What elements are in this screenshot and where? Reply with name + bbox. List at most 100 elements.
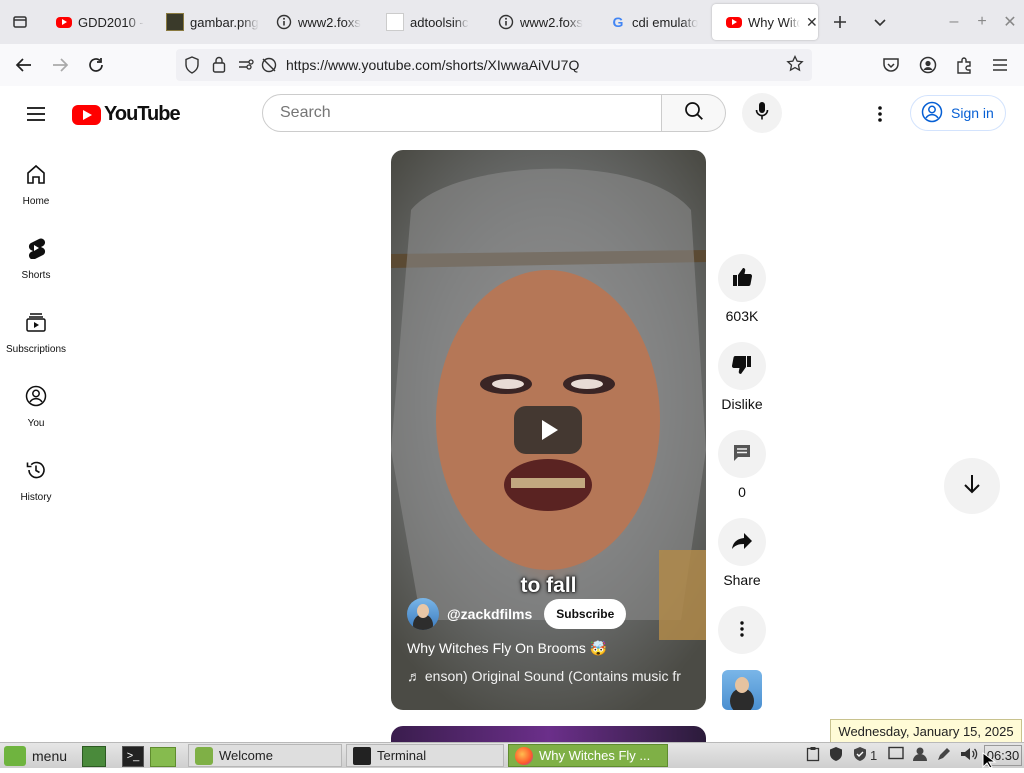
start-menu-button[interactable]: menu	[4, 745, 67, 767]
tab-label: www2.foxs	[520, 14, 583, 30]
task-label: Why Witches Fly ...	[539, 748, 651, 763]
sign-in-label: Sign in	[951, 105, 994, 121]
youtube-logo-icon	[72, 104, 101, 125]
guide-menu-icon[interactable]	[22, 100, 50, 128]
youtube-logo-text: YouTube	[104, 103, 181, 125]
pen-tray-icon[interactable]	[936, 746, 952, 762]
forward-icon[interactable]	[45, 50, 75, 80]
lock-icon[interactable]	[212, 56, 226, 79]
image-favicon-icon	[166, 13, 184, 31]
url-bar[interactable]: https://www.youtube.com/shorts/XIwwaAiVU…	[176, 49, 812, 81]
tracking-blocked-icon[interactable]	[260, 56, 278, 79]
browser-nav-bar: https://www.youtube.com/shorts/XIwwaAiVU…	[0, 44, 1024, 87]
sidebar-item-label: Subscriptions	[5, 344, 67, 355]
sound-channel-thumbnail[interactable]	[722, 670, 762, 710]
google-favicon-icon: G	[612, 14, 624, 30]
task-welcome[interactable]: Welcome	[188, 744, 342, 767]
maximize-icon[interactable]: +	[968, 8, 996, 36]
task-label: Terminal	[377, 748, 427, 763]
more-vertical-icon	[740, 620, 744, 640]
voice-search-button[interactable]	[742, 93, 782, 133]
menu-label: menu	[32, 748, 68, 764]
more-action[interactable]	[717, 606, 767, 654]
settings-more-icon[interactable]	[868, 100, 892, 128]
app-menu-icon[interactable]	[985, 50, 1015, 80]
browser-tab-active[interactable]: Why Witc ✕	[712, 4, 818, 40]
browser-tab[interactable]: gambar.png	[152, 4, 260, 40]
browser-tab[interactable]: GDD2010 -	[42, 4, 150, 40]
window-close-icon[interactable]: ✕	[996, 8, 1024, 36]
sidebar-item-label: Home	[22, 196, 50, 207]
date-tooltip: Wednesday, January 15, 2025	[830, 719, 1022, 743]
sign-in-button[interactable]: Sign in	[910, 95, 1006, 131]
browser-tab[interactable]: G cdi emulato	[596, 4, 708, 40]
tab-label: www2.foxs	[298, 14, 361, 30]
volume-icon[interactable]	[960, 746, 978, 762]
browser-tab[interactable]: www2.foxs	[484, 4, 592, 40]
tab-label: Why Witc	[748, 14, 800, 30]
close-tab-icon[interactable]: ✕	[806, 14, 818, 31]
clipboard-icon[interactable]	[806, 746, 820, 762]
microphone-icon	[755, 101, 769, 126]
sidebar-item-shorts[interactable]: Shorts	[0, 222, 72, 296]
blank-favicon-icon	[386, 13, 404, 31]
show-desktop-icon[interactable]	[82, 746, 106, 767]
browser-tab[interactable]: www2.foxs	[262, 4, 370, 40]
share-action[interactable]: Share	[717, 518, 767, 588]
task-firefox[interactable]: Why Witches Fly ...	[508, 744, 668, 767]
channel-avatar[interactable]	[407, 598, 439, 630]
comments-action[interactable]: 0	[717, 430, 767, 500]
account-icon[interactable]	[913, 50, 943, 80]
permissions-icon[interactable]	[238, 57, 256, 78]
youtube-favicon-icon	[726, 14, 742, 30]
youtube-logo[interactable]: YouTube	[72, 103, 181, 126]
dislike-button[interactable]	[718, 342, 766, 390]
search-input[interactable]	[278, 103, 652, 123]
new-tab-icon[interactable]	[826, 8, 854, 36]
update-tray[interactable]: 1	[852, 746, 877, 765]
channel-name[interactable]: @zackdfilms	[447, 606, 532, 622]
dislike-action[interactable]: Dislike	[717, 342, 767, 412]
shield-icon[interactable]	[184, 56, 200, 79]
user-tray-icon[interactable]	[912, 746, 928, 762]
play-button[interactable]	[514, 406, 582, 454]
comments-button[interactable]	[718, 430, 766, 478]
terminal-launcher-icon[interactable]: >_	[122, 746, 144, 767]
shield-tray-icon[interactable]	[828, 746, 844, 762]
files-launcher-icon[interactable]	[150, 747, 176, 767]
sidebar-item-home[interactable]: Home	[0, 148, 72, 222]
tab-label: gambar.png	[190, 14, 259, 30]
video-caption-text: to fall	[520, 574, 577, 597]
mint-logo-icon	[4, 746, 26, 766]
shorts-icon	[25, 237, 47, 262]
url-text[interactable]: https://www.youtube.com/shorts/XIwwaAiVU…	[286, 57, 579, 73]
tab-list-chevron-icon[interactable]	[866, 8, 894, 36]
sidebar-item-subscriptions[interactable]: Subscriptions	[0, 296, 72, 370]
video-sound[interactable]: ♬ enson) Original Sound (Contains music …	[407, 668, 697, 684]
next-video-button[interactable]	[944, 458, 1000, 514]
search-box[interactable]	[262, 94, 662, 132]
more-options-button[interactable]	[718, 606, 766, 654]
back-icon[interactable]	[9, 50, 39, 80]
update-shield-icon	[852, 746, 868, 765]
pocket-icon[interactable]	[876, 50, 906, 80]
info-favicon-icon	[498, 14, 514, 30]
subscribe-button[interactable]: Subscribe	[544, 599, 627, 629]
browser-tab[interactable]: adtoolsinc	[372, 4, 480, 40]
comment-icon	[732, 443, 752, 466]
sidebar-item-history[interactable]: History	[0, 444, 72, 518]
extensions-icon[interactable]	[949, 50, 979, 80]
task-terminal[interactable]: Terminal	[346, 744, 504, 767]
search-button[interactable]	[662, 94, 726, 132]
like-button[interactable]	[718, 254, 766, 302]
short-video-player[interactable]: to fall @zackdfilms Subscribe Why Witche…	[391, 150, 706, 710]
display-tray-icon[interactable]	[888, 746, 904, 760]
video-title[interactable]: Why Witches Fly On Brooms 🤯	[407, 640, 607, 657]
like-action[interactable]: 603K	[717, 254, 767, 324]
minimize-icon[interactable]: –	[940, 8, 968, 36]
bookmark-star-icon[interactable]	[786, 54, 804, 78]
sidebar-item-you[interactable]: You	[0, 370, 72, 444]
share-button[interactable]	[718, 518, 766, 566]
tab-overview-icon[interactable]	[6, 8, 34, 36]
reload-icon[interactable]	[81, 50, 111, 80]
